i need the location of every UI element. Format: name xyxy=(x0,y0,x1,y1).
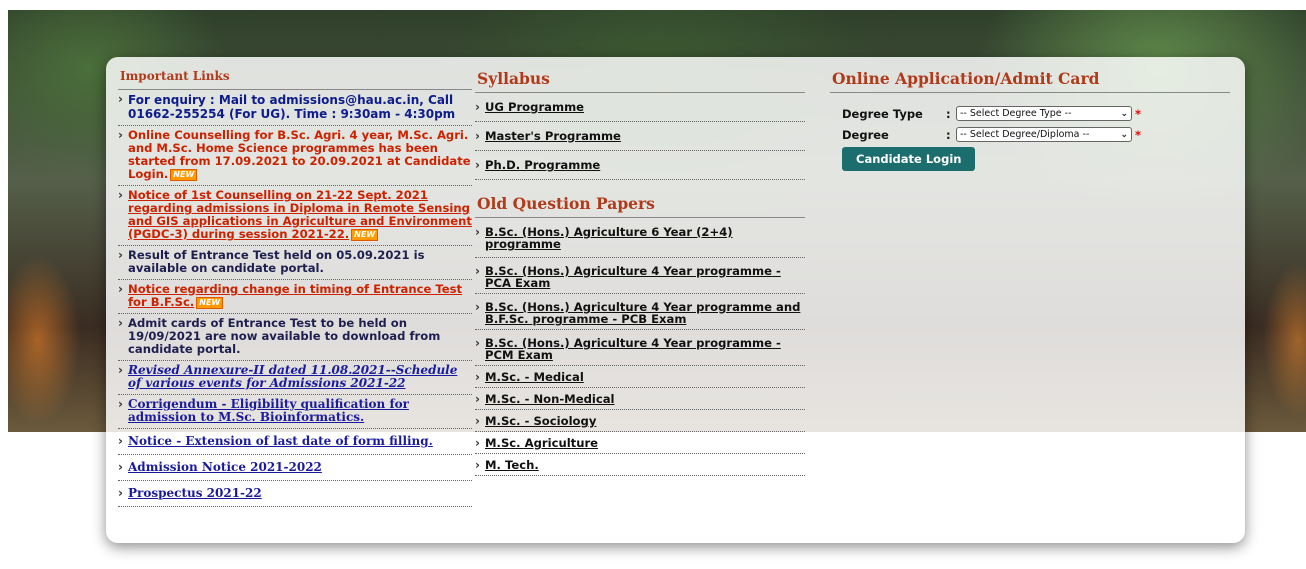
login-form: Degree Type : -- Select Degree Type -- ⌄… xyxy=(830,93,1230,171)
chevron-right-icon: › xyxy=(118,363,123,377)
chevron-right-icon: › xyxy=(118,128,123,142)
degree-label: Degree xyxy=(842,127,889,142)
chevron-right-icon: › xyxy=(475,336,480,350)
application-column: Online Application/Admit Card Degree Typ… xyxy=(830,57,1230,171)
degree-row: Degree : -- Select Degree/Diploma -- ⌄ * xyxy=(842,124,1230,145)
candidate-login-button[interactable]: Candidate Login xyxy=(842,147,976,171)
old-papers-heading: Old Question Papers xyxy=(475,180,805,218)
list-item: › Online Counselling for B.Sc. Agri. 4 y… xyxy=(118,126,472,186)
chevron-right-icon: › xyxy=(118,460,123,474)
list-item[interactable]: › Ph.D. Programme xyxy=(475,151,805,180)
new-badge-icon: NEW xyxy=(170,168,198,181)
paper-msc-sociology-link[interactable]: M.Sc. - Sociology xyxy=(485,414,596,428)
chevron-right-icon: › xyxy=(118,188,123,202)
chevron-right-icon: › xyxy=(475,458,480,472)
required-marker: * xyxy=(1135,127,1142,142)
admission-notice-link[interactable]: Admission Notice 2021-2022 xyxy=(128,460,322,474)
application-heading: Online Application/Admit Card xyxy=(830,57,1230,93)
degree-type-select[interactable]: -- Select Degree Type -- ⌄ xyxy=(956,106,1132,121)
counselling-pgdc-link[interactable]: Notice of 1st Counselling on 21-22 Sept.… xyxy=(128,188,472,241)
chevron-right-icon: › xyxy=(475,158,480,172)
admissions-panel: Important Links › For enquiry : Mail to … xyxy=(106,57,1245,543)
timing-change-link[interactable]: Notice regarding change in timing of Ent… xyxy=(128,282,462,309)
chevron-right-icon: › xyxy=(475,436,480,450)
chevron-right-icon: › xyxy=(475,225,480,239)
degree-type-label: Degree Type xyxy=(842,106,923,121)
degree-value: -- Select Degree/Diploma -- xyxy=(960,129,1090,140)
phd-programme-link[interactable]: Ph.D. Programme xyxy=(485,158,600,172)
list-item[interactable]: › Revised Annexure-II dated 11.08.2021--… xyxy=(118,361,472,395)
syllabus-column: Syllabus › UG Programme › Master's Progr… xyxy=(475,57,805,476)
chevron-right-icon: › xyxy=(118,316,123,330)
paper-msc-agriculture-link[interactable]: M.Sc. Agriculture xyxy=(485,436,598,450)
chevron-right-icon: › xyxy=(475,129,480,143)
important-links-heading: Important Links xyxy=(118,57,472,90)
extension-notice-link[interactable]: Notice - Extension of last date of form … xyxy=(128,434,433,448)
chevron-right-icon: › xyxy=(118,92,123,106)
paper-mtech-link[interactable]: M. Tech. xyxy=(485,458,539,472)
list-item[interactable]: › B.Sc. (Hons.) Agriculture 4 Year progr… xyxy=(475,330,805,366)
paper-msc-medical-link[interactable]: M.Sc. - Medical xyxy=(485,370,584,384)
paper-agri-6yr-link[interactable]: B.Sc. (Hons.) Agriculture 6 Year (2+4) p… xyxy=(485,225,733,251)
chevron-right-icon: › xyxy=(475,370,480,384)
list-item: › Result of Entrance Test held on 05.09.… xyxy=(118,246,472,280)
paper-agri-pca-link[interactable]: B.Sc. (Hons.) Agriculture 4 Year program… xyxy=(485,264,781,290)
list-item[interactable]: › Corrigendum - Eligibility qualificatio… xyxy=(118,395,472,429)
degree-type-value: -- Select Degree Type -- xyxy=(960,108,1072,119)
new-badge-icon: NEW xyxy=(196,296,224,309)
chevron-right-icon: › xyxy=(118,282,123,296)
list-item[interactable]: › Notice regarding change in timing of E… xyxy=(118,280,472,314)
revised-annexure-link[interactable]: Revised Annexure-II dated 11.08.2021--Sc… xyxy=(128,363,457,390)
corrigendum-link[interactable]: Corrigendum - Eligibility qualification … xyxy=(128,397,409,424)
degree-select[interactable]: -- Select Degree/Diploma -- ⌄ xyxy=(956,127,1132,142)
list-item[interactable]: › M.Sc. - Non-Medical xyxy=(475,388,805,410)
required-marker: * xyxy=(1135,106,1142,121)
list-item[interactable]: › B.Sc. (Hons.) Agriculture 4 Year progr… xyxy=(475,294,805,330)
chevron-right-icon: › xyxy=(475,100,480,114)
result-notice-text: Result of Entrance Test held on 05.09.20… xyxy=(128,248,425,275)
list-item[interactable]: › M.Sc. Agriculture xyxy=(475,432,805,454)
list-item[interactable]: › M. Tech. xyxy=(475,454,805,476)
list-item[interactable]: › Master's Programme xyxy=(475,122,805,151)
important-links-column: Important Links › For enquiry : Mail to … xyxy=(118,57,472,507)
list-item[interactable]: › Notice - Extension of last date of for… xyxy=(118,429,472,455)
chevron-right-icon: › xyxy=(475,300,480,314)
masters-programme-link[interactable]: Master's Programme xyxy=(485,129,621,143)
chevron-right-icon: › xyxy=(475,414,480,428)
list-item[interactable]: › M.Sc. - Medical xyxy=(475,366,805,388)
paper-agri-pcm-link[interactable]: B.Sc. (Hons.) Agriculture 4 Year program… xyxy=(485,336,781,362)
chevron-right-icon: › xyxy=(118,397,123,411)
ug-programme-link[interactable]: UG Programme xyxy=(485,100,584,114)
list-item[interactable]: › Notice of 1st Counselling on 21-22 Sep… xyxy=(118,186,472,246)
colon: : xyxy=(946,127,951,142)
list-item[interactable]: › B.Sc. (Hons.) Agriculture 4 Year progr… xyxy=(475,258,805,294)
enquiry-text: For enquiry : Mail to admissions@hau.ac.… xyxy=(128,93,456,121)
chevron-down-icon: ⌄ xyxy=(1120,129,1128,140)
list-item[interactable]: › M.Sc. - Sociology xyxy=(475,410,805,432)
list-item[interactable]: › B.Sc. (Hons.) Agriculture 6 Year (2+4)… xyxy=(475,218,805,258)
new-badge-icon: NEW xyxy=(351,228,379,241)
syllabus-heading: Syllabus xyxy=(475,57,805,93)
chevron-right-icon: › xyxy=(475,392,480,406)
list-item[interactable]: › UG Programme xyxy=(475,93,805,122)
chevron-down-icon: ⌄ xyxy=(1120,108,1128,119)
degree-type-row: Degree Type : -- Select Degree Type -- ⌄… xyxy=(842,103,1230,124)
list-item: › For enquiry : Mail to admissions@hau.a… xyxy=(118,90,472,126)
chevron-right-icon: › xyxy=(475,264,480,278)
chevron-right-icon: › xyxy=(118,248,123,262)
list-item: › Admit cards of Entrance Test to be hel… xyxy=(118,314,472,361)
chevron-right-icon: › xyxy=(118,434,123,448)
chevron-right-icon: › xyxy=(118,486,123,500)
colon: : xyxy=(946,106,951,121)
list-item[interactable]: › Admission Notice 2021-2022 xyxy=(118,455,472,481)
paper-msc-nonmedical-link[interactable]: M.Sc. - Non-Medical xyxy=(485,392,615,406)
paper-agri-pcb-link[interactable]: B.Sc. (Hons.) Agriculture 4 Year program… xyxy=(485,300,800,326)
admit-cards-text: Admit cards of Entrance Test to be held … xyxy=(128,316,441,356)
list-item[interactable]: › Prospectus 2021-22 xyxy=(118,481,472,507)
prospectus-link[interactable]: Prospectus 2021-22 xyxy=(128,486,262,500)
